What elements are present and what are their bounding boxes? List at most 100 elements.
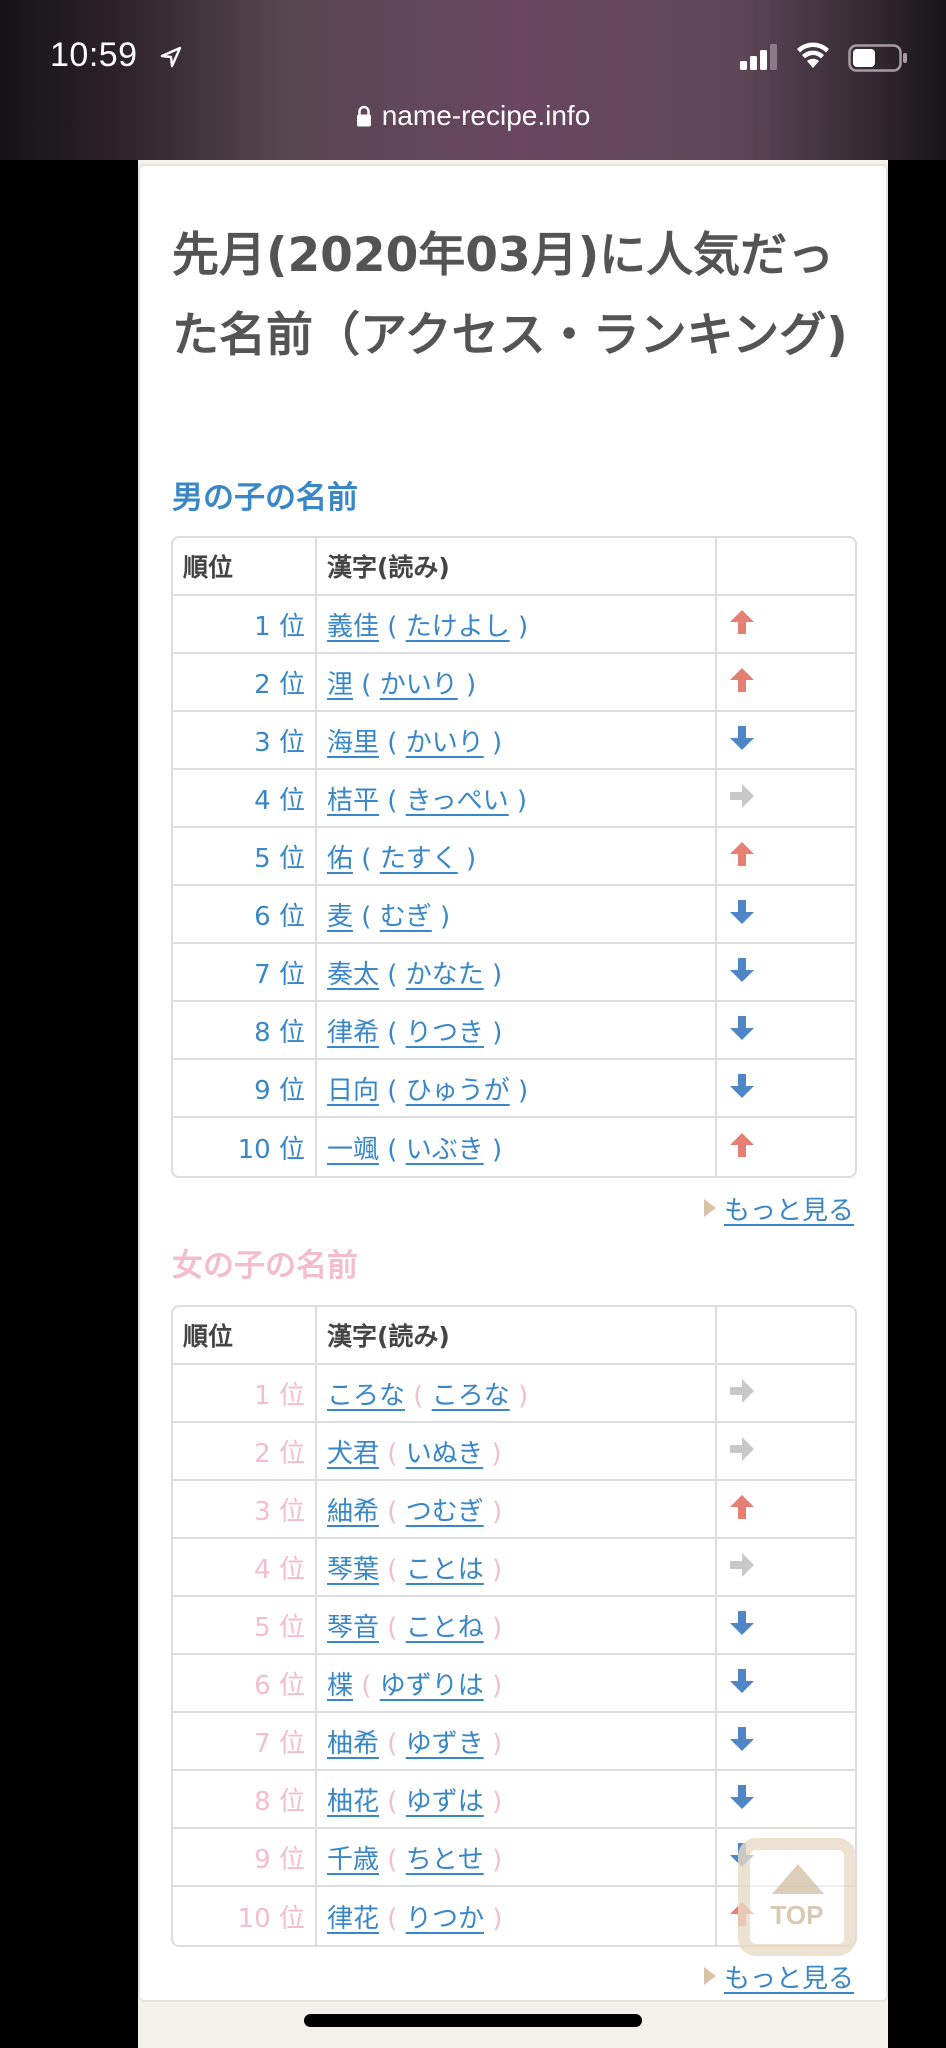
table-header-row: 順位 漢字(読み)	[173, 538, 855, 596]
rank-suffix: 位	[278, 843, 305, 874]
trend-up-arrow-icon	[730, 1494, 754, 1519]
name-reading-link[interactable]: いぶき	[406, 1135, 484, 1165]
name-reading-link[interactable]: りつか	[406, 1904, 484, 1934]
open-paren: (	[379, 1438, 406, 1469]
name-kanji-link[interactable]: 海里	[327, 728, 379, 758]
name-cell: 浬 ( かいり )	[317, 654, 717, 712]
name-reading-link[interactable]: ゆずは	[406, 1787, 484, 1817]
name-kanji-link[interactable]: 柚希	[327, 1729, 379, 1759]
girls-more-link[interactable]: もっと見る	[724, 1964, 854, 1994]
home-indicator[interactable]	[304, 2014, 642, 2027]
close-paren: )	[483, 1134, 503, 1165]
table-row: 5 位佑 ( たすく )	[173, 828, 855, 886]
close-paren: )	[483, 1612, 503, 1643]
rank-number: 6	[254, 901, 271, 932]
rank-suffix: 位	[278, 785, 305, 816]
close-paren: )	[483, 1017, 503, 1048]
trend-cell	[717, 1655, 855, 1713]
rank-suffix: 位	[278, 901, 305, 932]
trend-cell	[717, 1423, 855, 1481]
trend-cell	[717, 886, 855, 944]
name-kanji-link[interactable]: 麦	[327, 902, 353, 932]
rank-number: 9	[254, 1844, 271, 1875]
name-cell: 律希 ( りつき )	[317, 1002, 717, 1060]
trend-down-arrow-icon	[730, 1015, 754, 1040]
boys-section-heading: 男の子の名前	[172, 480, 358, 516]
name-kanji-link[interactable]: 日向	[327, 1076, 379, 1106]
name-reading-link[interactable]: かなた	[406, 960, 484, 990]
trend-down-arrow-icon	[730, 1610, 754, 1635]
name-kanji-link[interactable]: ころな	[327, 1381, 405, 1411]
name-reading-link[interactable]: ことね	[406, 1613, 484, 1643]
open-paren: (	[379, 1017, 406, 1048]
boys-rows: 1 位義佳 ( たけよし ) 2 位浬 ( かいり ) 3 位海里 ( かいり ) 4…	[173, 596, 855, 1176]
name-kanji-link[interactable]: 佑	[327, 844, 353, 874]
name-reading-link[interactable]: かいり	[380, 670, 458, 700]
name-cell: 琴葉 ( ことは )	[317, 1539, 717, 1597]
rank-cell: 9 位	[173, 1060, 317, 1118]
name-reading-link[interactable]: りつき	[406, 1018, 484, 1048]
name-kanji-link[interactable]: 一颯	[327, 1135, 379, 1165]
close-paren: )	[509, 1380, 529, 1411]
name-reading-link[interactable]: いぬき	[406, 1439, 483, 1469]
close-paren: )	[483, 1496, 503, 1527]
name-kanji-link[interactable]: 義佳	[327, 612, 379, 642]
boys-more-link-row: もっと見る	[703, 1190, 854, 1227]
rank-column-header: 順位	[173, 538, 317, 596]
scroll-to-top-button[interactable]: TOP	[738, 1838, 856, 1956]
trend-cell	[717, 654, 855, 712]
rank-suffix: 位	[278, 727, 305, 758]
open-paren: (	[379, 959, 406, 990]
name-reading-link[interactable]: ひゅうが	[406, 1076, 510, 1106]
rank-suffix: 位	[278, 1670, 305, 1701]
open-paren: (	[379, 1844, 406, 1875]
name-reading-link[interactable]: ゆずりは	[380, 1671, 484, 1701]
open-paren: (	[405, 1380, 432, 1411]
name-reading-link[interactable]: むぎ	[380, 902, 432, 932]
name-kanji-link[interactable]: 柚花	[327, 1787, 379, 1817]
name-kanji-link[interactable]: 犬君	[327, 1439, 379, 1469]
name-reading-link[interactable]: ゆずき	[406, 1729, 484, 1759]
name-reading-link[interactable]: つむぎ	[406, 1497, 484, 1527]
rank-cell: 8 位	[173, 1771, 317, 1829]
name-kanji-link[interactable]: 浬	[327, 670, 353, 700]
rank-number: 4	[254, 1554, 271, 1585]
name-kanji-link[interactable]: 千歳	[327, 1845, 379, 1875]
url-bar[interactable]: name-recipe.info	[0, 100, 946, 132]
name-kanji-link[interactable]: 琴音	[327, 1613, 379, 1643]
trend-same-arrow-icon	[730, 783, 754, 808]
rank-suffix: 位	[278, 1496, 305, 1527]
open-paren: (	[379, 1134, 406, 1165]
rank-cell: 6 位	[173, 1655, 317, 1713]
name-kanji-link[interactable]: 奏太	[327, 960, 379, 990]
close-paren: )	[483, 1670, 503, 1701]
name-kanji-link[interactable]: 律希	[327, 1018, 379, 1048]
trend-down-arrow-icon	[730, 1784, 754, 1809]
open-paren: (	[379, 1075, 406, 1106]
rank-suffix: 位	[278, 1612, 305, 1643]
name-kanji-link[interactable]: 紬希	[327, 1497, 379, 1527]
name-reading-link[interactable]: きっぺい	[406, 786, 509, 816]
trend-down-arrow-icon	[730, 1073, 754, 1098]
name-reading-link[interactable]: ことは	[406, 1555, 484, 1585]
table-row: 8 位柚花 ( ゆずは )	[173, 1771, 855, 1829]
name-kanji-link[interactable]: 楪	[327, 1671, 353, 1701]
rank-suffix: 位	[278, 1017, 305, 1048]
name-kanji-link[interactable]: 律花	[327, 1904, 379, 1934]
name-cell: 奏太 ( かなた )	[317, 944, 717, 1002]
name-reading-link[interactable]: たけよし	[406, 612, 510, 642]
close-paren: )	[508, 785, 528, 816]
boys-more-link[interactable]: もっと見る	[724, 1196, 854, 1226]
open-paren: (	[379, 1612, 406, 1643]
rank-number: 9	[254, 1075, 271, 1106]
lock-icon	[356, 105, 371, 127]
name-reading-link[interactable]: ころな	[432, 1381, 510, 1411]
name-reading-link[interactable]: たすく	[380, 844, 458, 874]
name-reading-link[interactable]: ちとせ	[406, 1845, 484, 1875]
name-reading-link[interactable]: かいり	[406, 728, 484, 758]
triangle-right-icon	[703, 1199, 716, 1217]
open-paren: (	[379, 611, 406, 642]
name-kanji-link[interactable]: 桔平	[327, 786, 379, 816]
name-kanji-link[interactable]: 琴葉	[327, 1555, 379, 1585]
rank-suffix: 位	[278, 1728, 305, 1759]
